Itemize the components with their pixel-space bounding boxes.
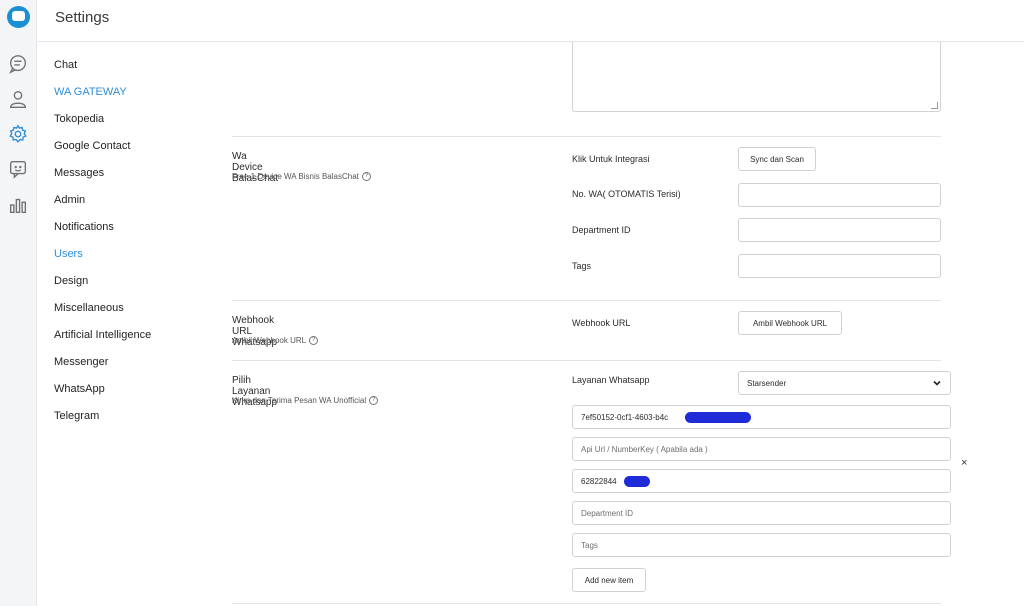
bar-chart-icon[interactable] [7, 194, 29, 216]
help-icon[interactable]: ? [309, 336, 319, 346]
device-section-subtitle: Free 1 Device WA Bisnis BalasChat? [232, 172, 371, 182]
nav-item-telegram[interactable]: Telegram [54, 410, 99, 422]
service-department-input[interactable] [572, 501, 951, 525]
divider [232, 360, 941, 361]
api-key-input[interactable] [572, 405, 951, 429]
nav-item-google-contact[interactable]: Google Contact [54, 140, 130, 152]
sync-scan-button[interactable]: Sync dan Scan [738, 147, 816, 171]
add-new-item-button[interactable]: Add new item [572, 568, 646, 592]
nav-item-artificial-intelligence[interactable]: Artificial Intelligence [54, 329, 151, 341]
chat-bubble-icon[interactable] [7, 53, 29, 75]
service-section-subtitle: Kirim dan Terima Pesan WA Unofficial? [232, 396, 379, 406]
service-selected-value: Starsender [747, 378, 787, 388]
service-select[interactable]: Starsender [738, 371, 951, 395]
close-icon[interactable]: × [961, 457, 967, 469]
department-label: Department ID [572, 225, 631, 235]
nav-item-messages[interactable]: Messages [54, 167, 104, 179]
divider [232, 300, 941, 301]
app-logo[interactable] [7, 6, 30, 28]
nav-item-admin[interactable]: Admin [54, 194, 85, 206]
chevron-down-icon [933, 380, 941, 386]
feedback-icon[interactable] [7, 158, 29, 180]
user-icon[interactable] [7, 88, 29, 110]
textarea-field[interactable] [572, 42, 941, 112]
nav-item-messenger[interactable]: Messenger [54, 356, 108, 368]
webhook-url-label: Webhook URL [572, 318, 631, 328]
tags-label: Tags [572, 261, 592, 271]
nav-item-design[interactable]: Design [54, 275, 88, 287]
nav-item-wa-gateway[interactable]: WA GATEWAY [54, 86, 127, 98]
nav-item-tokopedia[interactable]: Tokopedia [54, 113, 104, 125]
nav-item-chat[interactable]: Chat [54, 59, 77, 71]
api-url-input[interactable] [572, 437, 951, 461]
wa-number-label: No. WA( OTOMATIS Terisi) [572, 189, 681, 199]
help-icon[interactable]: ? [361, 172, 371, 182]
webhook-section-subtitle: Ambil Webhook URL? [232, 336, 319, 346]
divider [232, 136, 941, 137]
top-header: Settings [38, 0, 1024, 42]
left-rail [0, 0, 37, 606]
get-webhook-button[interactable]: Ambil Webhook URL [738, 311, 842, 335]
nav-item-miscellaneous[interactable]: Miscellaneous [54, 302, 124, 314]
gear-icon[interactable] [7, 123, 29, 145]
nav-item-notifications[interactable]: Notifications [54, 221, 114, 233]
redaction-mark [685, 412, 751, 423]
nav-item-whatsapp[interactable]: WhatsApp [54, 383, 105, 395]
divider [232, 603, 941, 604]
help-icon[interactable]: ? [369, 396, 379, 406]
redaction-mark [624, 476, 650, 487]
tags-input[interactable] [738, 254, 941, 278]
integrate-label: Klik Untuk Integrasi [572, 154, 650, 164]
nav-item-users[interactable]: Users [54, 248, 83, 260]
page-title: Settings [55, 9, 110, 26]
department-input[interactable] [738, 218, 941, 242]
wa-number-input[interactable] [738, 183, 941, 207]
service-tags-input[interactable] [572, 533, 951, 557]
service-label: Layanan Whatsapp [572, 375, 650, 385]
